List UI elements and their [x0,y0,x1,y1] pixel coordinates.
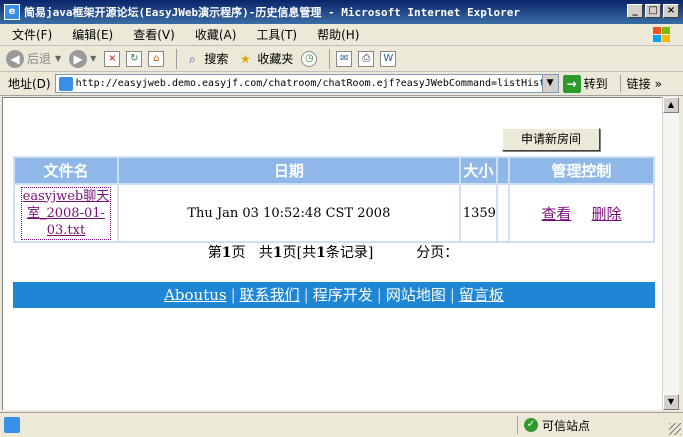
pager-records: 1 [316,245,326,261]
pager-total-pages: 1 [272,245,283,261]
page-content: 申请新房间 文件名 日期 大小 管理控制 easyjweb聊天室_2008-01… [2,97,662,410]
menu-help[interactable]: 帮助(H) [307,26,369,43]
header-size: 大小 [458,156,498,185]
back-dropdown-icon: ▼ [55,54,62,63]
footer-separator: | [449,286,455,304]
pager-current: 1 [221,245,232,261]
menu-favorites[interactable]: 收藏(A) [185,26,247,43]
history-table: 文件名 日期 大小 管理控制 easyjweb聊天室_2008-01-03.tx… [13,156,656,243]
go-label: 转到 [583,77,608,91]
new-room-button[interactable]: 申请新房间 [502,128,600,151]
address-bar: 地址(D) http://easyjweb.demo.easyjf.com/ch… [0,72,683,96]
address-label: 地址(D) [8,77,51,91]
vertical-scrollbar[interactable]: ▲ ▼ [662,97,679,410]
go-button[interactable]: → 转到 [562,74,608,93]
table-row: easyjweb聊天室_2008-01-03.txt Thu Jan 03 10… [13,183,656,243]
chevron-right-icon[interactable]: » [655,77,662,91]
header-blank [495,156,510,185]
title-bar: e 简易java框架开源论坛(EasyJWeb演示程序)-历史信息管理 - Mi… [0,0,683,24]
stop-icon[interactable]: × [104,50,121,67]
menu-bar: 文件(F) 编辑(E) 查看(V) 收藏(A) 工具(T) 帮助(H) [0,24,683,46]
status-bar: ✓ 可信站点 [0,412,683,437]
cell-size: 1359 [458,183,498,243]
page-status-icon [4,417,20,433]
table-header-row: 文件名 日期 大小 管理控制 [13,156,656,185]
window-title: 简易java框架开源论坛(EasyJWeb演示程序)-历史信息管理 - Micr… [24,6,521,19]
back-button[interactable]: ◀ 后退 ▼ [6,49,62,68]
favorites-label: 收藏夹 [257,52,294,66]
footer-separator: | [230,286,236,304]
footer-link-dev[interactable]: 程序开发 [313,286,373,304]
search-icon: ⌕ [188,51,196,66]
footer-link-contact[interactable]: 联系我们 [240,286,300,304]
menu-edit[interactable]: 编辑(E) [62,26,123,43]
pager-paging-label: 分页： [416,245,459,261]
minimize-button[interactable]: _ [627,4,643,18]
history-icon[interactable]: ◷ [301,50,318,67]
pager: 第1页 共1页[共1条记录] 分页： [3,242,663,262]
favorites-button[interactable]: ★ 收藏夹 [236,50,293,68]
menu-file[interactable]: 文件(F) [0,26,62,43]
delete-link[interactable]: 删除 [592,205,622,223]
footer-separator: | [303,286,309,304]
pager-total-prefix: 共 [258,245,273,261]
go-arrow-icon: → [562,74,581,93]
star-icon: ★ [239,51,251,66]
toolbar-separator [176,48,178,69]
address-url: http://easyjweb.demo.easyjf.com/chatroom… [75,78,542,89]
refresh-icon[interactable]: ↻ [126,50,143,67]
footer-link-sitemap[interactable]: 网站地图 [386,286,446,304]
close-button[interactable]: × [663,4,679,18]
scroll-up-icon[interactable]: ▲ [663,97,679,113]
search-label: 搜索 [204,52,229,66]
search-button[interactable]: ⌕ 搜索 [183,50,228,68]
address-input[interactable]: http://easyjweb.demo.easyjf.com/chatroom… [54,74,559,93]
file-link[interactable]: easyjweb聊天室_2008-01-03.txt [20,186,111,240]
maximize-button[interactable]: □ [645,4,661,18]
links-button[interactable]: 链接 [619,75,651,92]
status-panels: ✓ 可信站点 [517,416,665,434]
resize-grip[interactable] [669,423,681,435]
home-icon[interactable]: ⌂ [148,50,165,67]
menu-view[interactable]: 查看(V) [123,26,185,43]
forward-arrow-icon: ▶ [69,49,88,68]
page-icon [58,76,73,91]
pager-records-prefix: [共 [296,245,317,261]
pager-prefix: 第 [207,245,222,261]
toolbar: ◀ 后退 ▼ ▶ ▼ × ↻ ⌂ ⌕ 搜索 ★ 收藏夹 ◷ ✉ ⎙ W [0,46,683,72]
zone-label: 可信站点 [542,418,591,433]
check-icon: ✓ [524,418,538,432]
back-label: 后退 [27,52,52,66]
pager-page-suffix: 页 [231,245,246,261]
footer-link-aboutus[interactable]: Aboutus [164,286,227,304]
windows-logo-icon [653,27,670,42]
mail-icon[interactable]: ✉ [336,50,353,67]
pager-records-suffix: 条记录] [325,245,374,261]
pager-total-suffix: 页 [282,245,297,261]
cell-filename: easyjweb聊天室_2008-01-03.txt [13,183,119,243]
toolbar-separator [329,48,331,69]
header-filename: 文件名 [13,156,119,185]
footer-separator: | [376,286,382,304]
security-zone: ✓ 可信站点 [517,416,665,434]
header-date: 日期 [116,156,461,185]
back-arrow-icon: ◀ [6,49,24,68]
window-controls: _ □ × [627,4,679,18]
cell-blank [495,183,510,243]
cell-actions: 查看 删除 [507,183,656,243]
ie-app-icon: e [4,4,20,20]
forward-dropdown-icon: ▼ [90,54,97,63]
forward-button[interactable]: ▶ ▼ [69,49,97,68]
edit-word-icon[interactable]: W [380,50,397,67]
scroll-down-icon[interactable]: ▼ [663,394,679,410]
header-manage: 管理控制 [507,156,656,185]
footer-link-guestbook[interactable]: 留言板 [459,286,504,304]
print-icon[interactable]: ⎙ [358,50,375,67]
footer-nav: Aboutus | 联系我们 | 程序开发 | 网站地图 | 留言板 [13,282,655,308]
view-link[interactable]: 查看 [541,205,571,223]
address-dropdown-icon[interactable]: ▼ [541,75,558,92]
menu-tools[interactable]: 工具(T) [246,26,307,43]
cell-date: Thu Jan 03 10:52:48 CST 2008 [116,183,461,243]
